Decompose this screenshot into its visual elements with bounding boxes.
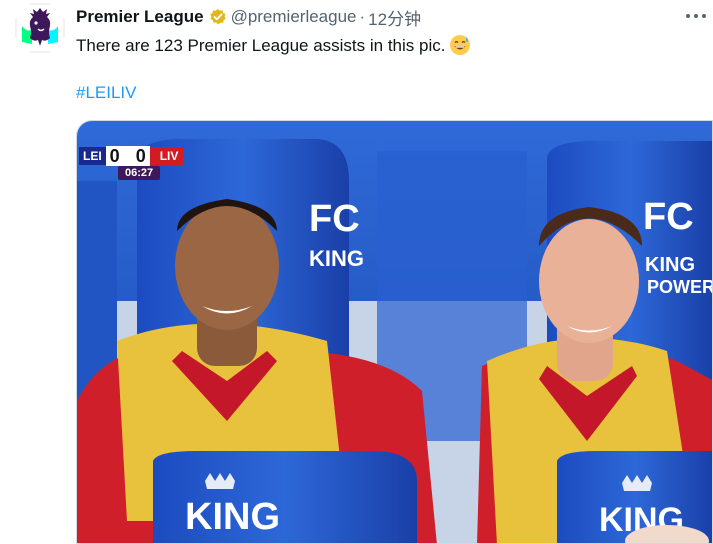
seat-logo-text-right: FC	[643, 196, 694, 238]
scoreboard-row: LEI 0 0 LIV	[79, 146, 184, 166]
seat-branding-upper-right: KING	[645, 254, 695, 276]
grinning-face-with-sweat-emoji	[449, 34, 471, 56]
home-score: 0	[109, 146, 120, 166]
match-clock: 06:27	[118, 166, 161, 180]
tweet-text: There are 123 Premier League assists in …	[76, 34, 471, 57]
separator-dot: ·	[359, 7, 366, 26]
premier-league-lion-icon	[14, 2, 66, 54]
tweet[interactable]: Premier League @premierleague · 12分钟 The…	[0, 0, 713, 544]
verified-badge-icon[interactable]	[209, 8, 227, 26]
user-handle[interactable]: @premierleague	[231, 7, 357, 27]
display-name[interactable]: Premier League	[76, 7, 204, 27]
avatar[interactable]	[14, 2, 66, 54]
seat-branding-upper-right-2: POWER	[647, 277, 713, 297]
seat-branding-left: KING	[185, 496, 280, 538]
seat-logo-text-left: FC	[309, 198, 360, 240]
hashtag-link[interactable]: #LEILIV	[76, 82, 137, 104]
away-team: LIV	[149, 147, 184, 165]
timestamp[interactable]: 12分钟	[368, 5, 421, 30]
more-dots-icon[interactable]	[683, 4, 709, 28]
tweet-media-photo[interactable]: FC FC KING KING KING KING POWER LEI 0 0 …	[76, 120, 713, 544]
photo-players-on-bench: FC FC KING KING KING KING POWER	[77, 121, 713, 543]
score: 0 0	[105, 146, 150, 166]
seat-branding-upper-left: KING	[309, 246, 364, 271]
home-team: LEI	[79, 147, 106, 165]
tweet-header: Premier League @premierleague · 12分钟	[76, 5, 421, 30]
tweet-body: There are 123 Premier League assists in …	[76, 36, 446, 55]
away-score: 0	[135, 146, 146, 166]
